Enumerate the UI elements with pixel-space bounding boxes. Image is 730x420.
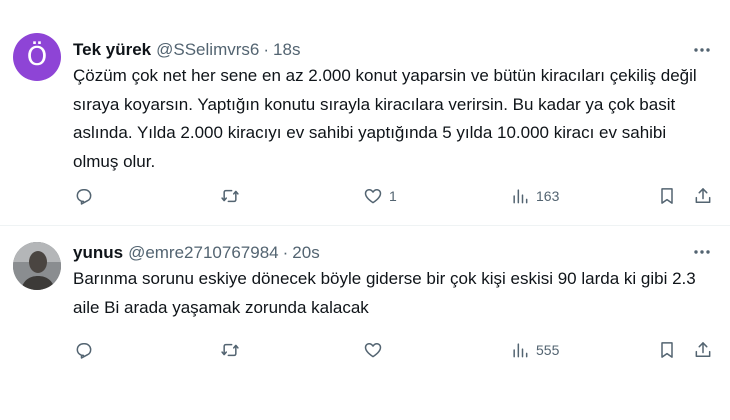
reply-icon [76,343,92,359]
share-icon [695,342,711,357]
avatar[interactable]: Ö [13,33,61,81]
tweet-text: Çözüm çok net her sene en az 2.000 konut… [73,66,697,171]
action-bar: 1 163 [70,184,720,208]
user-handle[interactable]: @SSelimvrs6 [156,40,259,60]
bookmark-button[interactable] [657,184,677,208]
heart-icon [364,343,382,358]
tweet[interactable]: Ö Tek yürek @SSelimvrs6 · 18s Çözüm çok … [0,0,730,226]
timestamp[interactable]: 18s [273,40,300,60]
separator: · [263,40,270,59]
action-bar: 555 [70,338,720,362]
views-button[interactable]: 163 [510,184,559,208]
share-icon [695,188,711,203]
bookmark-icon [661,188,673,204]
more-icon[interactable] [690,38,714,62]
reply-button[interactable] [74,338,94,362]
like-count: 1 [389,188,397,204]
bookmark-icon [661,342,673,358]
views-icon [513,343,528,358]
like-button[interactable] [363,338,383,362]
retweet-button[interactable] [220,338,240,362]
profile-photo [13,242,61,290]
retweet-button[interactable] [220,184,240,208]
tweet-header: Tek yürek @SSelimvrs6 · 18s [73,40,300,60]
timestamp[interactable]: 20s [292,243,319,263]
more-icon[interactable] [690,240,714,264]
display-name[interactable]: Tek yürek [73,40,151,60]
retweet-icon [221,189,239,203]
avatar[interactable] [13,242,61,290]
share-button[interactable] [693,338,713,362]
tweet-text: Barınma sorunu eskiye dönecek böyle gide… [73,269,696,317]
like-button[interactable]: 1 [363,184,397,208]
tweet[interactable]: yunus @emre2710767984 · 20s Barınma soru… [0,226,730,420]
separator: · [282,243,289,262]
view-count: 555 [536,342,560,358]
bookmark-button[interactable] [657,338,677,362]
reply-button[interactable] [74,184,94,208]
retweet-icon [221,343,239,357]
avatar-letter: Ö [26,42,48,72]
share-button[interactable] [693,184,713,208]
tweet-header: yunus @emre2710767984 · 20s [73,243,320,263]
view-count: 163 [536,188,560,204]
heart-icon [364,189,382,204]
reply-icon [76,189,92,205]
display-name[interactable]: yunus [73,243,123,263]
views-button[interactable]: 555 [510,338,559,362]
user-handle[interactable]: @emre2710767984 [128,243,279,263]
views-icon [513,189,528,204]
